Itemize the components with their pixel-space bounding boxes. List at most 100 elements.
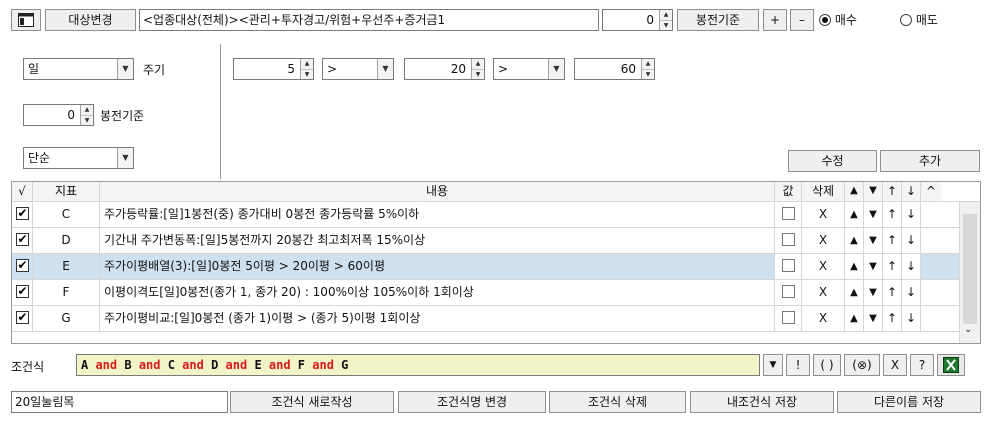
ma2-spin[interactable]: ▲ ▼ bbox=[471, 59, 484, 79]
mode-value: 단순 bbox=[28, 151, 51, 165]
row-move-up-button[interactable]: ▲ bbox=[845, 228, 864, 253]
row-index: C bbox=[33, 202, 100, 227]
chevron-down-icon[interactable]: ▼ bbox=[548, 59, 564, 79]
row-delete-button[interactable]: X bbox=[802, 202, 845, 227]
row-value-checkbox[interactable] bbox=[775, 254, 802, 279]
row-move-top-button[interactable]: ↑ bbox=[883, 202, 902, 227]
vertical-scrollbar[interactable]: ⌄ bbox=[959, 202, 980, 343]
scroll-down-icon[interactable]: ⌄ bbox=[964, 324, 972, 335]
excel-export-button[interactable] bbox=[937, 354, 965, 376]
col-down: ▼ bbox=[864, 182, 883, 201]
row-move-bottom-button[interactable]: ↓ bbox=[902, 228, 921, 253]
col-up: ▲ bbox=[845, 182, 864, 201]
op1-value: > bbox=[327, 62, 338, 76]
settings-bong-stepper[interactable]: 0 ▲ ▼ bbox=[23, 104, 94, 126]
delete-condition-button[interactable]: 조건식 삭제 bbox=[549, 391, 686, 413]
row-move-down-button[interactable]: ▼ bbox=[864, 254, 883, 279]
row-move-bottom-button[interactable]: ↓ bbox=[902, 254, 921, 279]
op2-select[interactable]: > ▼ bbox=[493, 58, 565, 80]
edit-button[interactable]: 수정 bbox=[788, 150, 877, 172]
window-icon-button[interactable] bbox=[11, 9, 41, 31]
paren-button[interactable]: ( ) bbox=[813, 354, 841, 376]
save-as-button[interactable]: 다른이름 저장 bbox=[837, 391, 981, 413]
period-select[interactable]: 일 ▼ bbox=[23, 58, 134, 80]
plus-button[interactable]: + bbox=[763, 9, 787, 31]
row-move-up-button[interactable]: ▲ bbox=[845, 202, 864, 227]
xor-button[interactable]: (⊗) bbox=[844, 354, 880, 376]
condition-variable: C bbox=[167, 358, 183, 372]
condition-expression-field[interactable]: A and B and C and D and E and F and G bbox=[76, 354, 760, 376]
row-delete-button[interactable]: X bbox=[802, 280, 845, 305]
row-move-bottom-button[interactable]: ↓ bbox=[902, 306, 921, 331]
new-condition-button[interactable]: 조건식 새로작성 bbox=[230, 391, 394, 413]
buy-radio[interactable]: 매수 bbox=[819, 9, 857, 31]
row-checkbox[interactable] bbox=[12, 280, 33, 305]
row-value-checkbox[interactable] bbox=[775, 202, 802, 227]
row-delete-button[interactable]: X bbox=[802, 254, 845, 279]
target-change-button[interactable]: 대상변경 bbox=[45, 9, 136, 31]
row-move-top-button[interactable]: ↑ bbox=[883, 254, 902, 279]
settings-bong-spin[interactable]: ▲ ▼ bbox=[80, 105, 93, 125]
scroll-up-button[interactable]: ^ bbox=[921, 182, 941, 201]
mode-select[interactable]: 단순 ▼ bbox=[23, 147, 134, 169]
op1-select[interactable]: > ▼ bbox=[322, 58, 394, 80]
condition-operator: and bbox=[138, 358, 168, 372]
ma1-spin[interactable]: ▲ ▼ bbox=[300, 59, 313, 79]
row-delete-button[interactable]: X bbox=[802, 228, 845, 253]
buy-radio-dot bbox=[819, 14, 831, 26]
row-move-up-button[interactable]: ▲ bbox=[845, 254, 864, 279]
sell-radio[interactable]: 매도 bbox=[900, 9, 938, 31]
row-move-down-button[interactable]: ▼ bbox=[864, 228, 883, 253]
filter-text-field[interactable]: <업종대상(전체)><관리+투자경고/위험+우선주+증거금1 bbox=[139, 9, 599, 31]
row-checkbox[interactable] bbox=[12, 228, 33, 253]
ma3-spin[interactable]: ▲ ▼ bbox=[641, 59, 654, 79]
row-checkbox[interactable] bbox=[12, 254, 33, 279]
row-move-down-button[interactable]: ▼ bbox=[864, 280, 883, 305]
table-row[interactable]: G 주가이평비교:[일]0봉전 (종가 1)이평 > (종가 5)이평 1회이상… bbox=[12, 306, 980, 332]
row-move-bottom-button[interactable]: ↓ bbox=[902, 280, 921, 305]
condition-variable: G bbox=[341, 358, 349, 372]
x-button[interactable]: X bbox=[883, 354, 907, 376]
chevron-down-icon[interactable]: ▼ bbox=[377, 59, 393, 79]
chevron-down-icon[interactable]: ▼ bbox=[117, 59, 133, 79]
minus-button[interactable]: – bbox=[790, 9, 814, 31]
toolbar-bong-spin[interactable]: ▲ ▼ bbox=[659, 10, 672, 30]
table-row[interactable]: F 이평이격도[일]0봉전(종가 1, 종가 20) : 100%이상 105%… bbox=[12, 280, 980, 306]
col-check: √ bbox=[12, 182, 33, 201]
condition-dropdown-button[interactable]: ▼ bbox=[763, 354, 783, 376]
table-row-selected[interactable]: E 주가이평배열(3):[일]0봉전 5이평 > 20이평 > 60이평 X ▲… bbox=[12, 254, 980, 280]
row-delete-button[interactable]: X bbox=[802, 306, 845, 331]
row-move-top-button[interactable]: ↑ bbox=[883, 228, 902, 253]
row-move-down-button[interactable]: ▼ bbox=[864, 202, 883, 227]
save-my-condition-button[interactable]: 내조건식 저장 bbox=[690, 391, 834, 413]
table-row[interactable]: D 기간내 주가변동폭:[일]5봉전까지 20봉간 최고최저폭 15%이상 X … bbox=[12, 228, 980, 254]
condition-operator: and bbox=[95, 358, 125, 372]
col-content: 내용 bbox=[100, 182, 775, 201]
row-move-bottom-button[interactable]: ↓ bbox=[902, 202, 921, 227]
ma2-stepper[interactable]: 20 ▲ ▼ bbox=[404, 58, 485, 80]
row-value-checkbox[interactable] bbox=[775, 280, 802, 305]
settings-bong-value: 0 bbox=[67, 108, 75, 122]
add-button[interactable]: 추가 bbox=[880, 150, 980, 172]
row-move-top-button[interactable]: ↑ bbox=[883, 306, 902, 331]
row-move-top-button[interactable]: ↑ bbox=[883, 280, 902, 305]
row-value-checkbox[interactable] bbox=[775, 306, 802, 331]
condition-name-field[interactable]: 20일눌림목 bbox=[11, 391, 228, 413]
not-button[interactable]: ! bbox=[786, 354, 810, 376]
ma1-stepper[interactable]: 5 ▲ ▼ bbox=[233, 58, 314, 80]
scrollbar-thumb[interactable] bbox=[963, 214, 977, 324]
rename-condition-button[interactable]: 조건식명 변경 bbox=[398, 391, 546, 413]
row-move-up-button[interactable]: ▲ bbox=[845, 306, 864, 331]
bong-basis-button[interactable]: 봉전기준 bbox=[677, 9, 759, 31]
row-move-up-button[interactable]: ▲ bbox=[845, 280, 864, 305]
row-checkbox[interactable] bbox=[12, 306, 33, 331]
help-button[interactable]: ? bbox=[910, 354, 934, 376]
row-move-down-button[interactable]: ▼ bbox=[864, 306, 883, 331]
row-checkbox[interactable] bbox=[12, 202, 33, 227]
table-row[interactable]: C 주가등락률:[일]1봉전(중) 종가대비 0봉전 종가등락률 5%이하 X … bbox=[12, 202, 980, 228]
row-value-checkbox[interactable] bbox=[775, 228, 802, 253]
ma3-stepper[interactable]: 60 ▲ ▼ bbox=[574, 58, 655, 80]
settings-divider bbox=[220, 44, 221, 179]
toolbar-bong-stepper[interactable]: 0 ▲ ▼ bbox=[602, 9, 673, 31]
chevron-down-icon[interactable]: ▼ bbox=[117, 148, 133, 168]
